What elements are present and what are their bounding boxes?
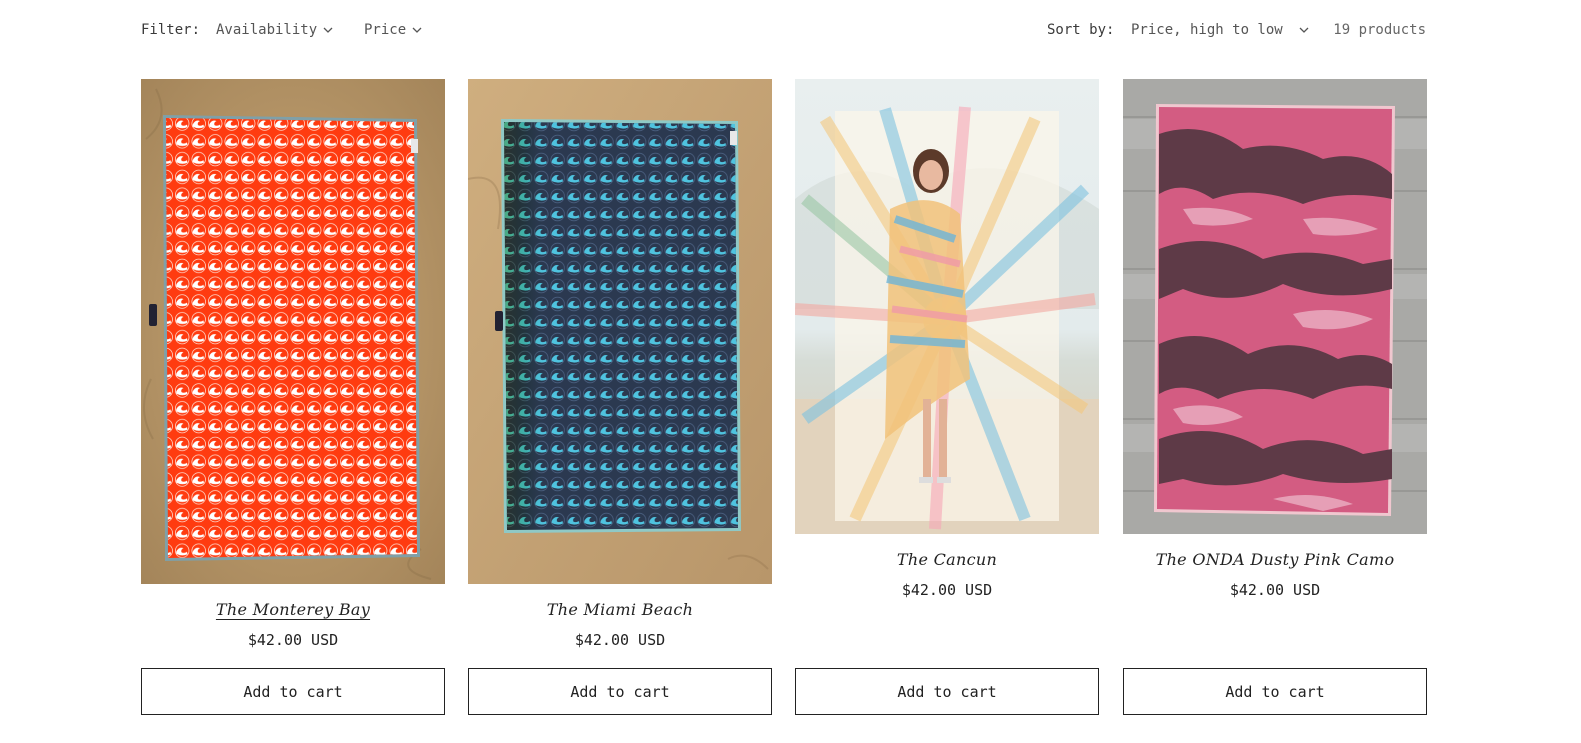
price-filter-dropdown[interactable]: Price xyxy=(364,22,422,38)
sort-value: Price, high to low xyxy=(1131,22,1283,38)
chevron-down-icon xyxy=(1299,27,1309,33)
product-image-miami-beach[interactable] xyxy=(468,79,772,584)
product-image-dusty-pink-camo[interactable] xyxy=(1123,79,1427,534)
filter-label: Filter: xyxy=(141,22,201,38)
add-to-cart-button[interactable]: Add to cart xyxy=(1123,668,1427,715)
product-image-monterey-bay[interactable] xyxy=(141,79,445,584)
availability-filter-dropdown[interactable]: Availability xyxy=(216,22,333,38)
product-price: $42.00 USD xyxy=(901,581,993,599)
product-title[interactable]: The Monterey Bay xyxy=(141,600,445,619)
price-filter-label: Price xyxy=(364,22,407,38)
filter-sort-bar: Filter: Availability Price Sort by: Pric… xyxy=(141,22,1426,42)
chevron-down-icon xyxy=(323,27,333,33)
product-image-cancun[interactable] xyxy=(795,79,1099,534)
sort-label: Sort by: xyxy=(1047,22,1115,38)
add-to-cart-button[interactable]: Add to cart xyxy=(468,668,772,715)
product-price: $42.00 USD xyxy=(574,631,666,649)
add-to-cart-button[interactable]: Add to cart xyxy=(795,668,1099,715)
chevron-down-icon xyxy=(412,27,422,33)
product-title[interactable]: The Cancun xyxy=(795,550,1099,569)
product-count: 19 products xyxy=(1333,22,1426,38)
product-price: $42.00 USD xyxy=(247,631,339,649)
product-price: $42.00 USD xyxy=(1229,581,1321,599)
product-title[interactable]: The ONDA Dusty Pink Camo xyxy=(1123,550,1427,569)
sort-select[interactable]: Price, high to low xyxy=(1131,22,1309,38)
product-title[interactable]: The Miami Beach xyxy=(468,600,772,619)
availability-filter-label: Availability xyxy=(216,22,318,38)
add-to-cart-button[interactable]: Add to cart xyxy=(141,668,445,715)
